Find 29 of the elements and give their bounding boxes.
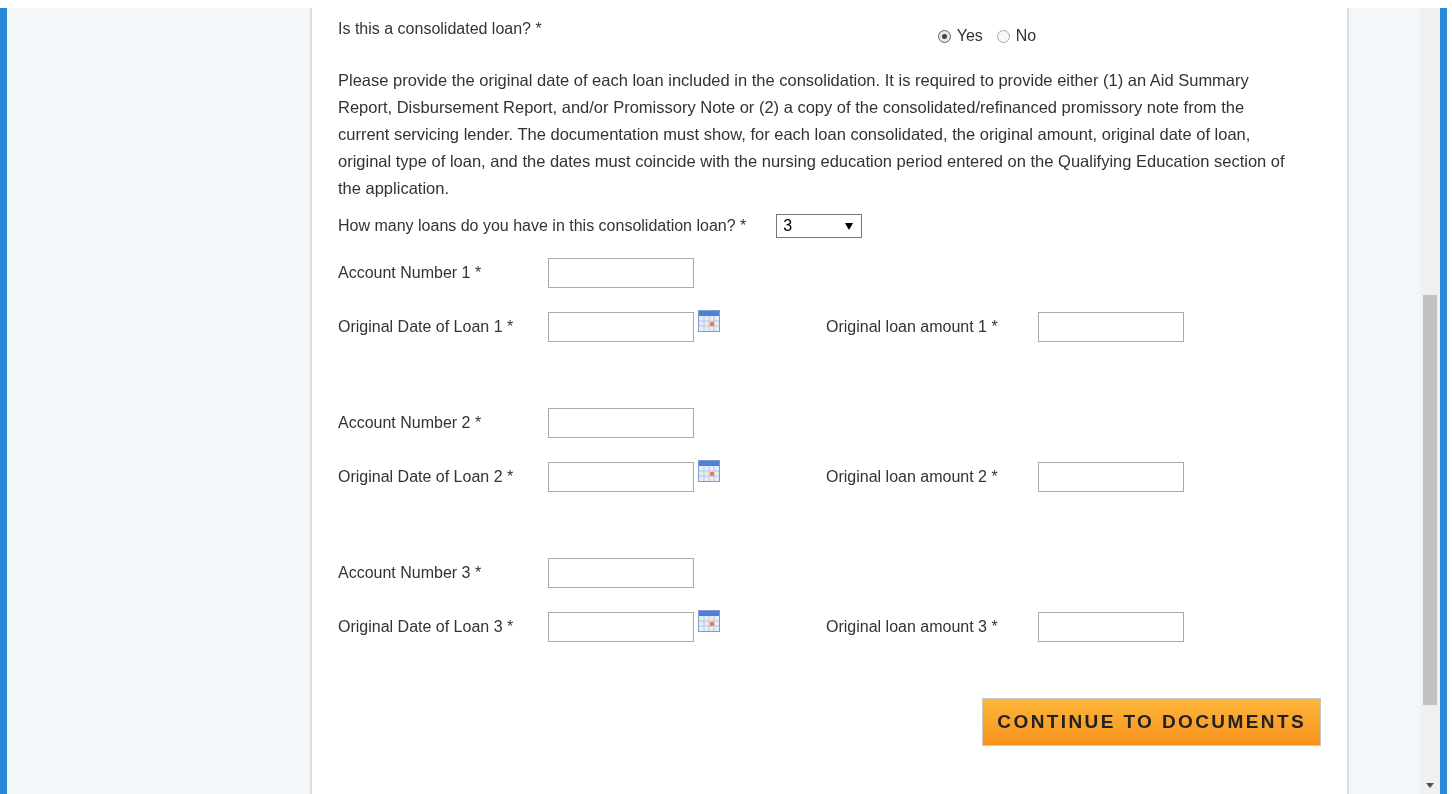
loan-date-label: Original Date of Loan 2 *	[338, 468, 515, 486]
account-number-label: Account Number 1 *	[338, 264, 483, 282]
calendar-icon[interactable]	[698, 460, 720, 482]
calendar-icon[interactable]	[698, 610, 720, 632]
loan-amount-field[interactable]	[1038, 312, 1184, 342]
account-number-label: Account Number 3 *	[338, 564, 483, 582]
account-number-label: Account Number 2 *	[338, 414, 483, 432]
loan-date-label: Original Date of Loan 1 *	[338, 318, 515, 336]
account-number-field[interactable]	[548, 558, 694, 588]
loan-amount-label: Original loan amount 1 *	[826, 318, 999, 336]
loan-amount-label: Original loan amount 2 *	[826, 468, 999, 486]
loan-date-label: Original Date of Loan 3 *	[338, 618, 515, 636]
radio-option[interactable]: No	[996, 27, 1037, 45]
loan-amount-label: Original loan amount 3 *	[826, 618, 999, 636]
question-label: Is this a consolidated loan? *	[338, 20, 542, 38]
loan-date-field[interactable]	[548, 612, 694, 642]
instructions-text: Please provide the original date of each loan included in the consolidation. It is required to provide either (1) an Aid Summary Report, Disbursement Report, and/or Promissory Note or (2) a copy of the consolidated/refinanced promissory note from the current servicing lender. The documentation must show, for each loan consolidated, the original amount, original date of loan, original type of loan, and the dates must coincide with the nursing education period entered on the Qualifying Education section of the application.	[338, 70, 1286, 199]
account-number-field[interactable]	[548, 258, 694, 288]
loan-count-dropdown[interactable]: 3	[776, 214, 863, 238]
account-number-field[interactable]	[548, 408, 694, 438]
loan-date-field[interactable]	[548, 462, 694, 492]
continue-button[interactable]: CONTINUE TO DOCUMENTS	[982, 698, 1321, 746]
radio-option[interactable]: Yes	[937, 27, 983, 45]
scrollbar[interactable]	[1420, 8, 1440, 794]
loan-amount-field[interactable]	[1038, 462, 1184, 492]
loan-date-field[interactable]	[548, 312, 694, 342]
loan-count-label: How many loans do you have in this consolidation loan? *	[338, 217, 747, 235]
calendar-icon[interactable]	[698, 310, 720, 332]
loan-amount-field[interactable]	[1038, 612, 1184, 642]
